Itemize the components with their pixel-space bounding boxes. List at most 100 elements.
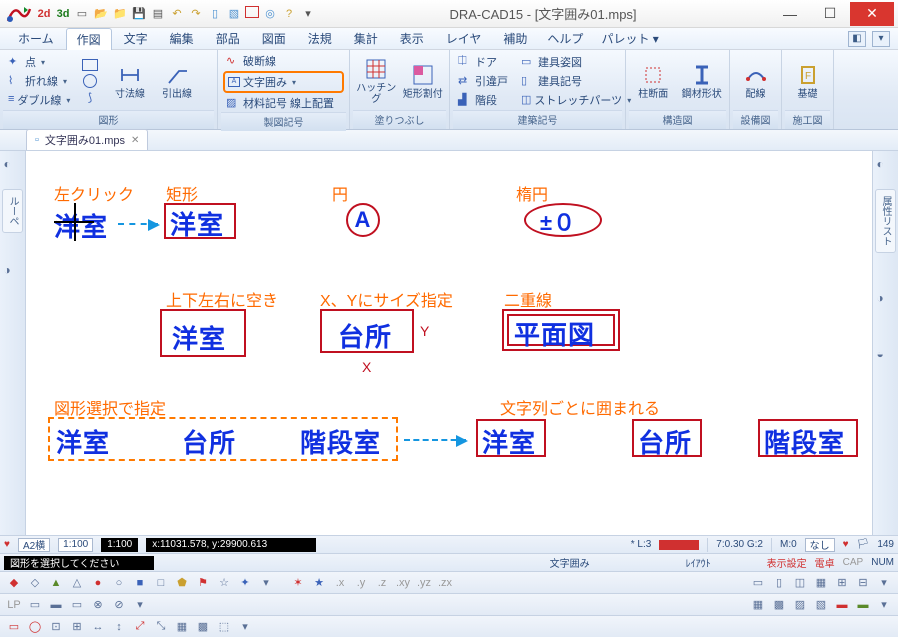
drawing-canvas[interactable]: 左クリック 矩形 円 楕円 洋室 洋室 A ±０ 上下左右に空き X、Yにサイズ…	[26, 151, 872, 535]
document-tab[interactable]: ▫ 文字囲み01.mps ✕	[26, 129, 148, 150]
minimize-button[interactable]: —	[770, 2, 810, 26]
qat-undo-icon[interactable]: ↶	[169, 6, 185, 22]
qat-icon[interactable]: ▤	[150, 6, 166, 22]
side-tool-icon[interactable]: ◒	[877, 347, 895, 365]
color-swatch[interactable]	[659, 540, 699, 550]
ribbon-foundation[interactable]: F基礎	[785, 52, 830, 110]
tb-icon[interactable]: ▾	[237, 619, 253, 635]
ribbon-dimension[interactable]: 寸法線	[105, 52, 155, 110]
tb-icon[interactable]: ▭	[27, 597, 43, 613]
tb-icon[interactable]: ▾	[132, 597, 148, 613]
display-settings[interactable]: 表示設定	[767, 555, 807, 570]
tb-dropdown-icon[interactable]: ▾	[876, 575, 892, 591]
tb-icon[interactable]: ▭	[69, 597, 85, 613]
side-tool-icon[interactable]: ◑	[4, 263, 22, 281]
tb-icon[interactable]: ⊞	[834, 575, 850, 591]
tb-icon[interactable]: ▬	[48, 597, 64, 613]
side-tool-icon[interactable]: ◐	[877, 157, 895, 175]
tb-icon[interactable]: ▭	[750, 575, 766, 591]
ribbon-point[interactable]: ✦点	[5, 53, 73, 71]
ribbon-stairs[interactable]: ▟階段	[455, 91, 514, 109]
tb-icon[interactable]: ⊞	[69, 619, 85, 635]
tb-icon[interactable]: ◇	[27, 575, 43, 591]
tb-icon[interactable]: ▬	[834, 597, 850, 613]
right-panel-tab[interactable]: 属性リスト	[875, 189, 896, 253]
tb-icon[interactable]: LP	[6, 597, 22, 613]
menu-view[interactable]: 表示	[390, 28, 434, 49]
ribbon-fixture-symbol[interactable]: ▯建具記号	[518, 72, 620, 90]
tb-icon[interactable]: ☆	[216, 575, 232, 591]
ribbon-door[interactable]: ⎅ドア	[455, 53, 514, 71]
tb-icon[interactable]: ●	[90, 575, 106, 591]
ribbon-stretch-parts[interactable]: ◫ストレッチパーツ	[518, 91, 620, 109]
tb-icon[interactable]: ◆	[6, 575, 22, 591]
ribbon-toggle-icon[interactable]: ◧	[848, 31, 866, 47]
menu-home[interactable]: ホーム	[8, 28, 64, 49]
tb-icon[interactable]: ✦	[237, 575, 253, 591]
qat-icon[interactable]: ▯	[207, 6, 223, 22]
scale-1[interactable]: 1:100	[58, 538, 93, 552]
ribbon-doubleline[interactable]: ≡ダブル線	[5, 91, 73, 109]
ribbon-fixture-elev[interactable]: ▭建具姿図	[518, 53, 620, 71]
tb-icon[interactable]: ▩	[771, 597, 787, 613]
qat-icon[interactable]: ◎	[262, 6, 278, 22]
tb-icon[interactable]: .z	[374, 575, 390, 591]
qat-help-icon[interactable]: ?	[281, 6, 297, 22]
nashi-status[interactable]: なし	[805, 538, 835, 552]
tb-icon[interactable]: ⊟	[855, 575, 871, 591]
tb-icon[interactable]: ▧	[813, 597, 829, 613]
tb-icon[interactable]: .zx	[437, 575, 453, 591]
tb-icon[interactable]: ▦	[750, 597, 766, 613]
paper-size[interactable]: A2横	[18, 538, 50, 552]
tb-dropdown-icon[interactable]: ▾	[258, 575, 274, 591]
tb-icon[interactable]: ⊗	[90, 597, 106, 613]
menu-parts[interactable]: 部品	[206, 28, 250, 49]
qat-3d-icon[interactable]: 3d	[55, 6, 71, 22]
ribbon-shape-circle[interactable]	[80, 73, 100, 89]
ribbon-rect-divide[interactable]: 矩形割付	[400, 52, 447, 110]
tb-icon[interactable]: ⤡	[153, 619, 169, 635]
tb-icon[interactable]: ▭	[6, 619, 22, 635]
tb-icon[interactable]: ▦	[174, 619, 190, 635]
qat-2d-icon[interactable]: 2d	[36, 6, 52, 22]
tb-icon[interactable]: ↕	[111, 619, 127, 635]
menu-edit[interactable]: 編集	[160, 28, 204, 49]
ribbon-material-online[interactable]: ▨材料記号 線上配置	[223, 94, 344, 112]
ribbon-shape-square[interactable]	[79, 58, 101, 72]
ribbon-shape-arc[interactable]: ⟆	[85, 90, 95, 105]
qat-icon[interactable]	[245, 6, 259, 18]
m-status[interactable]: M:0	[780, 539, 797, 550]
close-button[interactable]: ✕	[850, 2, 894, 26]
tb-icon[interactable]: □	[153, 575, 169, 591]
tb-icon[interactable]: ✶	[290, 575, 306, 591]
qat-icon[interactable]: ▭	[74, 6, 90, 22]
tb-icon[interactable]: △	[69, 575, 85, 591]
tb-icon[interactable]: ◯	[27, 619, 43, 635]
scale-2[interactable]: 1:100	[101, 538, 138, 552]
ribbon-breakline[interactable]: ∿破断線	[223, 52, 344, 70]
tb-icon[interactable]: ⬚	[216, 619, 232, 635]
tb-icon[interactable]: ▨	[792, 597, 808, 613]
document-tab-close-icon[interactable]: ✕	[131, 135, 139, 146]
tb-icon[interactable]: ▾	[876, 597, 892, 613]
ribbon-text-enclosure[interactable]: A文字囲み	[223, 71, 344, 93]
tb-icon[interactable]: ▩	[195, 619, 211, 635]
menu-layer[interactable]: レイヤ	[436, 28, 492, 49]
tb-icon[interactable]: ⤢	[132, 619, 148, 635]
tb-icon[interactable]: ▬	[855, 597, 871, 613]
maximize-button[interactable]: ☐	[810, 2, 850, 26]
tb-icon[interactable]: ↔	[90, 619, 106, 635]
tb-icon[interactable]: ▲	[48, 575, 64, 591]
tb-icon[interactable]: ⬟	[174, 575, 190, 591]
calculator[interactable]: 電卓	[815, 555, 835, 570]
layer-status[interactable]: * L:3	[631, 539, 652, 550]
menu-palette[interactable]: パレット ▾	[593, 28, 666, 49]
ribbon-sliding-door[interactable]: ⇄引違戸	[455, 72, 514, 90]
left-panel-tab[interactable]: ルーペ	[2, 189, 23, 233]
menu-draw[interactable]: 作図	[66, 28, 112, 50]
tb-icon[interactable]: ◫	[792, 575, 808, 591]
side-tool-icon[interactable]: ◑	[877, 291, 895, 309]
tb-icon[interactable]: ⊘	[111, 597, 127, 613]
menu-text[interactable]: 文字	[114, 28, 158, 49]
menu-drawing[interactable]: 図面	[252, 28, 296, 49]
